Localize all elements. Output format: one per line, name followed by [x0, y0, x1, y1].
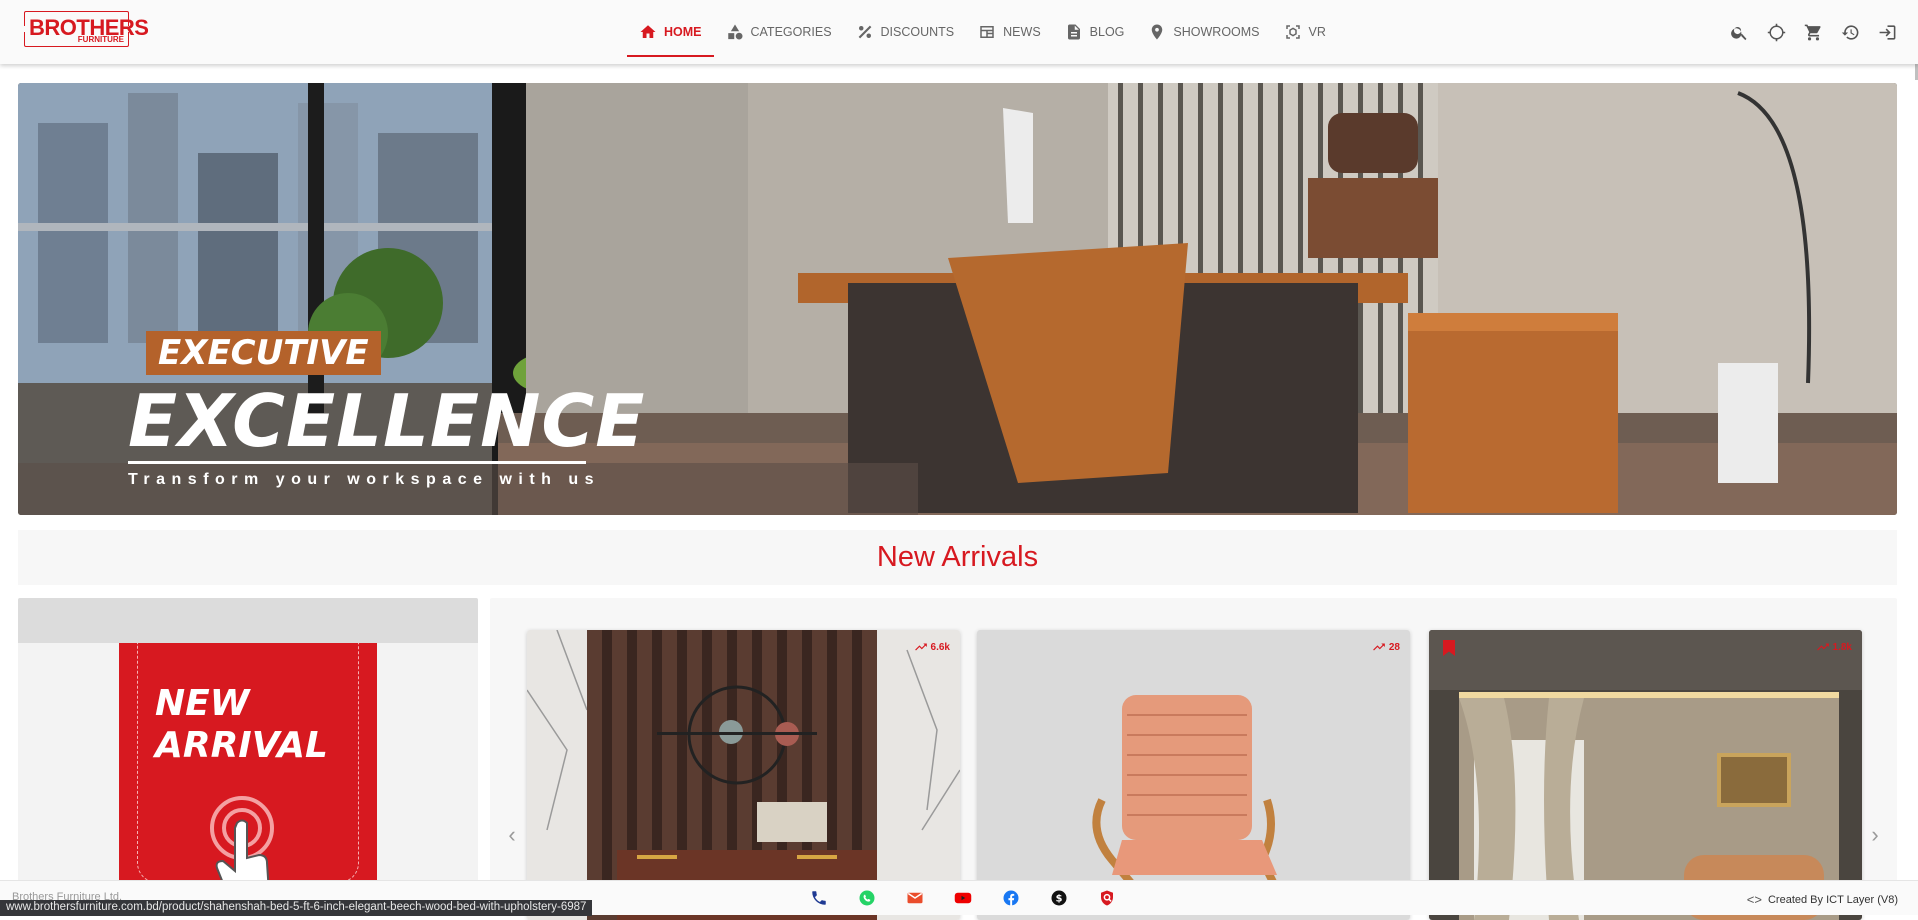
youtube-link[interactable]: [939, 889, 987, 907]
nav-categories[interactable]: CATEGORIES: [714, 7, 844, 57]
carousel-prev-button[interactable]: ‹: [500, 822, 524, 847]
phone-link[interactable]: [795, 889, 843, 907]
promo-ribbon: NEW ARRIVAL: [119, 643, 377, 898]
social-links: $: [795, 889, 1131, 907]
nav-categories-label: CATEGORIES: [750, 25, 832, 39]
cart-icon: [1804, 24, 1821, 40]
hero-banner[interactable]: EXECUTIVE EXCELLENCE Transform your work…: [18, 83, 1897, 515]
product-image: [977, 630, 1410, 920]
percent-icon: [858, 25, 871, 39]
product-image: [1429, 630, 1862, 920]
new-arrivals-header: New Arrivals: [18, 530, 1897, 585]
promo-line-2: ARRIVAL: [155, 725, 328, 766]
email-link[interactable]: [891, 889, 939, 907]
history-icon: [1841, 24, 1859, 40]
views-count: 1.8k: [1832, 641, 1852, 653]
nav-blog-label: BLOG: [1089, 25, 1125, 39]
whatsapp-icon: [859, 890, 875, 906]
nav-home[interactable]: HOME: [627, 7, 714, 57]
brand-subname: FURNITURE: [77, 35, 124, 44]
credit-text: Created By ICT Layer (V8): [1767, 893, 1898, 906]
views-count: 6.6k: [930, 641, 950, 653]
nav-home-label: HOME: [664, 25, 702, 39]
search-icon: [1731, 26, 1747, 40]
trending-up-icon: [914, 643, 927, 651]
trending-up-icon: [1816, 643, 1829, 651]
search-button[interactable]: [1721, 20, 1758, 44]
hero-headline: EXCELLENCE: [128, 379, 646, 463]
nav-vr-label: VR: [1308, 25, 1326, 39]
product-card[interactable]: 28: [977, 630, 1410, 920]
nav-discounts-label: DISCOUNTS: [880, 25, 955, 39]
phone-icon: [812, 891, 826, 905]
email-icon: [907, 892, 923, 904]
nav-news-label: NEWS: [1003, 25, 1041, 39]
views-count: 28: [1388, 641, 1400, 653]
svg-text:$: $: [1056, 893, 1063, 904]
nav-news[interactable]: NEWS: [966, 7, 1053, 57]
views-badge: 28: [1372, 640, 1400, 654]
views-badge: 6.6k: [914, 640, 950, 654]
product-image: [527, 630, 960, 920]
footer-credit[interactable]: <> Created By ICT Layer (V8): [1747, 892, 1898, 907]
login-button[interactable]: [1869, 20, 1906, 44]
vr-icon: [1285, 25, 1300, 39]
main-nav: HOME CATEGORIES DISCOUNTS NEWS BLOG SHOW…: [627, 0, 1338, 64]
nav-showrooms-label: SHOWROOMS: [1173, 25, 1260, 39]
bottom-bar: Brothers Furniture Ltd. www.brothersfurn…: [0, 880, 1918, 916]
brand-logo[interactable]: BROTHERS FURNITURE: [23, 11, 149, 47]
link-status-url: www.brothersfurniture.com.bd/product/sha…: [0, 900, 593, 916]
hero-tagline: Transform your workspace with us: [128, 471, 601, 488]
section-title: New Arrivals: [876, 541, 1039, 573]
history-button[interactable]: [1832, 20, 1869, 44]
login-icon: [1879, 24, 1896, 40]
code-icon: <>: [1746, 892, 1762, 907]
promo-top-strip: [18, 598, 478, 643]
blog-icon: [1067, 24, 1080, 40]
facebook-link[interactable]: [987, 889, 1035, 907]
carousel-next-button[interactable]: ›: [1863, 822, 1887, 847]
location-pin-icon: [1152, 24, 1163, 40]
nav-showrooms[interactable]: SHOWROOMS: [1136, 7, 1271, 57]
categories-icon: [727, 24, 742, 40]
product-card[interactable]: 6.6k: [527, 630, 960, 920]
facebook-icon: [1003, 890, 1019, 906]
ict-icon: [1101, 890, 1113, 906]
news-icon: [980, 26, 994, 38]
product-card[interactable]: 1.8k: [1429, 630, 1862, 920]
ict-link[interactable]: [1083, 889, 1131, 907]
promo-line-1: NEW: [155, 683, 250, 724]
new-arrival-promo[interactable]: NEW ARRIVAL: [18, 598, 478, 898]
nav-vr[interactable]: VR: [1272, 7, 1338, 57]
skype-link[interactable]: $: [1035, 889, 1083, 907]
hero-line-1: EXECUTIVE: [146, 331, 381, 375]
header-actions: [1721, 20, 1906, 44]
nav-blog[interactable]: BLOG: [1053, 7, 1137, 57]
top-navbar: BROTHERS FURNITURE HOME CATEGORIES DISCO…: [0, 0, 1918, 64]
trending-up-icon: [1373, 643, 1385, 651]
home-icon: [640, 25, 656, 38]
locate-button[interactable]: [1758, 20, 1795, 44]
new-arrivals-carousel: ‹ › 6.6k 28 1.8k: [490, 598, 1897, 920]
hero-divider: [128, 461, 586, 464]
cart-button[interactable]: [1795, 20, 1832, 44]
skype-icon: $: [1051, 890, 1067, 906]
views-badge: 1.8k: [1816, 640, 1852, 654]
youtube-icon: [954, 892, 972, 904]
locate-icon: [1767, 23, 1786, 41]
nav-discounts[interactable]: DISCOUNTS: [844, 7, 967, 57]
whatsapp-link[interactable]: [843, 889, 891, 907]
